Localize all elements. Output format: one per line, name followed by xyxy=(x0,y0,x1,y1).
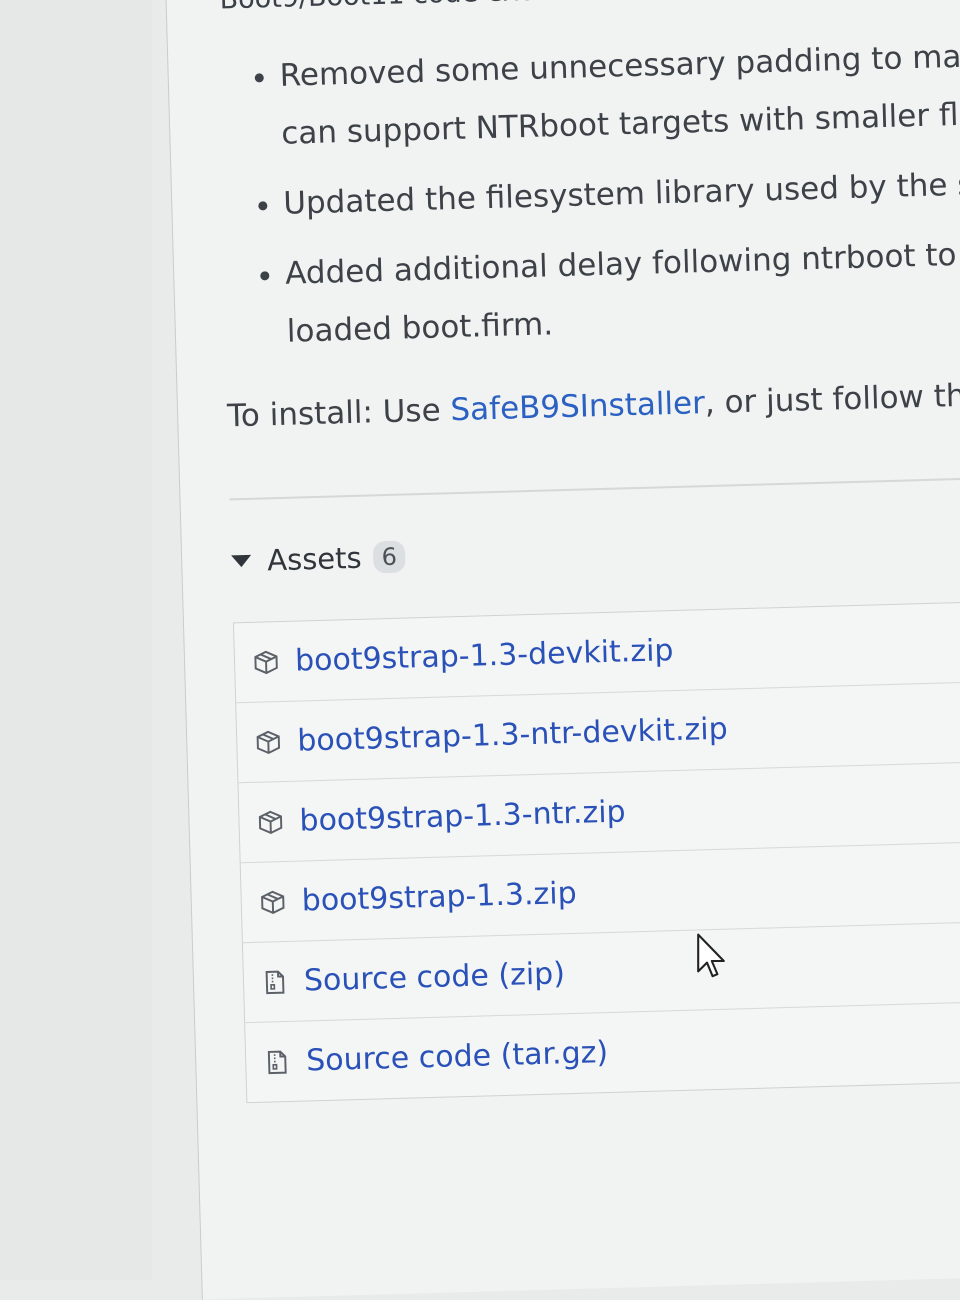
triangle-down-icon xyxy=(231,554,252,568)
asset-link[interactable]: Source code (tar.gz) xyxy=(306,1035,609,1078)
release-notes-list: Removed some unnecessary padding to make… xyxy=(241,26,960,374)
package-icon xyxy=(256,730,281,754)
panel-border xyxy=(165,0,203,1300)
install-prefix: To install: Use xyxy=(226,392,451,435)
mouse-pointer-icon xyxy=(697,933,725,978)
assets-list: boot9strap-1.3-devkit.zip boot9strap-1.3… xyxy=(232,599,960,1104)
assets-title: Assets xyxy=(266,540,363,578)
install-suffix: , or just follow the cc xyxy=(704,376,960,422)
safeb9sinstaller-link[interactable]: SafeB9SInstaller xyxy=(450,385,705,428)
release-note-item: Updated the filesystem library used by t… xyxy=(282,154,960,233)
source-code-format: (zip) xyxy=(488,956,566,994)
release-note-item: Removed some unnecessary padding to make… xyxy=(279,26,960,163)
install-instructions: To install: Use SafeB9SInstaller, or jus… xyxy=(227,376,960,434)
file-zip-icon xyxy=(267,1050,287,1074)
asset-link[interactable]: boot9strap-1.3-ntr.zip xyxy=(299,794,626,838)
source-code-format: (tar.gz) xyxy=(490,1035,609,1074)
clipped-text-line: Boot9/Boot11 code executio xyxy=(219,0,601,15)
source-code-label: Source code xyxy=(303,958,490,999)
package-icon xyxy=(254,650,278,674)
assets-count-badge: 6 xyxy=(373,540,406,574)
asset-link[interactable]: boot9strap-1.3.zip xyxy=(301,876,577,919)
source-code-label: Source code xyxy=(305,1038,492,1079)
package-icon xyxy=(261,890,285,914)
asset-link[interactable]: boot9strap-1.3-ntr-devkit.zip xyxy=(297,712,728,759)
package-icon xyxy=(258,810,283,834)
release-panel: Boot9/Boot11 code executio Removed some … xyxy=(165,0,960,1300)
file-zip-icon xyxy=(265,970,285,994)
release-note-item: Added additional delay following ntrboot… xyxy=(284,224,960,361)
asset-link[interactable]: boot9strap-1.3-devkit.zip xyxy=(295,633,674,679)
page-margin xyxy=(0,0,152,1280)
section-divider xyxy=(229,476,960,501)
assets-toggle[interactable]: Assets 6 xyxy=(231,540,406,579)
asset-link[interactable]: Source code (zip) xyxy=(304,956,566,998)
